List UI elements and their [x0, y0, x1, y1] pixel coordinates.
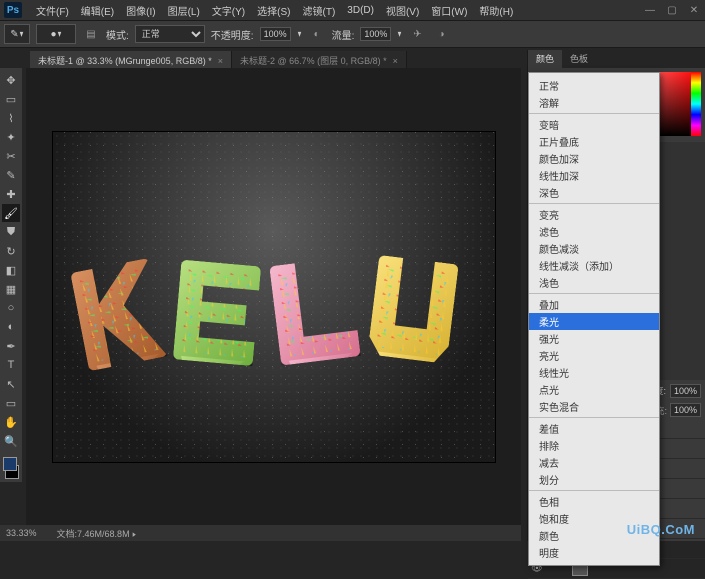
marquee-tool[interactable]: ▭ [2, 90, 20, 108]
zoom-level[interactable]: 33.33% [6, 528, 37, 538]
blend-mode-select[interactable]: 正常 [135, 25, 205, 43]
history-brush-tool[interactable]: ↻ [2, 242, 20, 260]
type-tool[interactable]: T [2, 356, 20, 374]
maximize-button[interactable]: ▢ [661, 0, 683, 20]
color-swatches[interactable] [2, 456, 20, 480]
canvas-artwork [78, 258, 454, 365]
document-info[interactable]: 文档:7.46M/68.8M ▸ [57, 527, 137, 540]
menubar: Ps 文件(F) 编辑(E) 图像(I) 图层(L) 文字(Y) 选择(S) 滤… [0, 0, 705, 20]
gradient-tool[interactable]: ▦ [2, 280, 20, 298]
color-panel-tabs: 颜色 色板 [528, 50, 705, 68]
magic-wand-tool[interactable]: ✦ [2, 128, 20, 146]
blend-mode-option[interactable]: 颜色减淡 [529, 240, 659, 257]
zoom-tool[interactable]: 🔍 [2, 432, 20, 450]
blend-mode-option[interactable]: 点光 [529, 381, 659, 398]
blend-mode-option[interactable]: 划分 [529, 471, 659, 488]
healing-tool[interactable]: ✚ [2, 185, 20, 203]
swatches-tab[interactable]: 色板 [562, 50, 596, 68]
letter-l [269, 256, 361, 365]
blend-mode-option[interactable]: 深色 [529, 184, 659, 201]
blend-mode-option[interactable]: 实色混合 [529, 398, 659, 415]
app-logo: Ps [4, 2, 22, 18]
blend-mode-option[interactable]: 线性减淡（添加） [529, 257, 659, 274]
blend-mode-option[interactable]: 强光 [529, 330, 659, 347]
blend-mode-option[interactable]: 线性光 [529, 364, 659, 381]
blend-mode-label: 模式: [106, 27, 129, 42]
color-tab[interactable]: 颜色 [528, 50, 562, 68]
minimize-button[interactable]: — [639, 0, 661, 20]
blend-mode-option[interactable]: 变暗 [529, 116, 659, 133]
blend-mode-option[interactable]: 变亮 [529, 206, 659, 223]
letter-e [172, 259, 260, 366]
blend-mode-option[interactable]: 差值 [529, 420, 659, 437]
blend-mode-option[interactable]: 减去 [529, 454, 659, 471]
pressure-size-icon[interactable]: ◑ [432, 25, 450, 43]
blend-mode-option[interactable]: 滤色 [529, 223, 659, 240]
close-icon[interactable]: × [218, 56, 223, 66]
close-icon[interactable]: × [393, 56, 398, 66]
blend-mode-option[interactable]: 溶解 [529, 94, 659, 111]
blend-mode-option[interactable]: 正片叠底 [529, 133, 659, 150]
flow-label: 流量: [332, 27, 355, 42]
pen-tool[interactable]: ✒ [2, 337, 20, 355]
opacity-value[interactable]: 100% [260, 27, 291, 41]
menu-select[interactable]: 选择(S) [251, 3, 296, 18]
move-tool[interactable]: ✥ [2, 71, 20, 89]
right-panels: 颜色 色板 正常溶解变暗正片叠底颜色加深线性加深深色变亮滤色颜色减淡线性减淡（添… [527, 50, 705, 541]
stamp-tool[interactable]: ⛊ [2, 223, 20, 241]
shape-tool[interactable]: ▭ [2, 394, 20, 412]
crop-tool[interactable]: ✂ [2, 147, 20, 165]
menu-window[interactable]: 窗口(W) [425, 3, 473, 18]
blur-tool[interactable]: ○ [2, 299, 20, 317]
foreground-color[interactable] [3, 457, 17, 471]
blend-mode-option[interactable]: 明度 [529, 544, 659, 561]
layer-opacity-value[interactable]: 100% [670, 384, 701, 398]
blend-mode-option[interactable]: 排除 [529, 437, 659, 454]
tool-preset-picker[interactable]: ✎▾ [4, 24, 30, 44]
hue-slider[interactable] [691, 72, 701, 136]
lasso-tool[interactable]: ⌇ [2, 109, 20, 127]
canvas-area[interactable] [26, 68, 521, 525]
blend-mode-option[interactable]: 颜色加深 [529, 150, 659, 167]
blend-mode-dropdown[interactable]: 正常溶解变暗正片叠底颜色加深线性加深深色变亮滤色颜色减淡线性减淡（添加）浅色叠加… [528, 72, 660, 566]
fill-value[interactable]: 100% [670, 403, 701, 417]
blend-mode-option[interactable]: 线性加深 [529, 167, 659, 184]
watermark-text: UiBQ.CoM [627, 522, 695, 537]
blend-mode-option[interactable]: 叠加 [529, 296, 659, 313]
menu-view[interactable]: 视图(V) [380, 3, 425, 18]
brush-tool[interactable]: 🖌 [2, 204, 20, 222]
menu-file[interactable]: 文件(F) [30, 3, 75, 18]
window-controls: — ▢ ✕ [639, 0, 705, 20]
menu-help[interactable]: 帮助(H) [473, 3, 519, 18]
letter-k [70, 257, 168, 370]
menu-image[interactable]: 图像(I) [120, 3, 161, 18]
pressure-opacity-icon[interactable]: ◐ [308, 25, 326, 43]
path-select-tool[interactable]: ↖ [2, 375, 20, 393]
status-bar: 33.33% 文档:7.46M/68.8M ▸ [0, 525, 521, 541]
letter-u [367, 254, 459, 363]
opacity-label: 不透明度: [211, 27, 254, 42]
hand-tool[interactable]: ✋ [2, 413, 20, 431]
menu-type[interactable]: 文字(Y) [206, 3, 251, 18]
brush-preset-picker[interactable]: ●▾ [36, 24, 76, 44]
flow-value[interactable]: 100% [360, 27, 391, 41]
eraser-tool[interactable]: ◧ [2, 261, 20, 279]
airbrush-icon[interactable]: ✈ [408, 25, 426, 43]
tools-panel: ✥ ▭ ⌇ ✦ ✂ ✎ ✚ 🖌 ⛊ ↻ ◧ ▦ ○ ◐ ✒ T ↖ ▭ ✋ 🔍 [0, 68, 22, 482]
menu-edit[interactable]: 编辑(E) [75, 3, 120, 18]
menu-3d[interactable]: 3D(D) [341, 5, 380, 16]
close-button[interactable]: ✕ [683, 0, 705, 20]
dodge-tool[interactable]: ◐ [2, 318, 20, 336]
blend-mode-option[interactable]: 浅色 [529, 274, 659, 291]
blend-mode-option[interactable]: 色相 [529, 493, 659, 510]
blend-mode-option[interactable]: 亮光 [529, 347, 659, 364]
brush-panel-icon[interactable]: ▤ [82, 25, 100, 43]
eyedropper-tool[interactable]: ✎ [2, 166, 20, 184]
blend-mode-option[interactable]: 正常 [529, 77, 659, 94]
options-bar: ✎▾ ●▾ ▤ 模式: 正常 不透明度: 100%▾ ◐ 流量: 100%▾ ✈… [0, 20, 705, 48]
blend-mode-option[interactable]: 柔光 [529, 313, 659, 330]
menu-layer[interactable]: 图层(L) [162, 3, 206, 18]
canvas-document[interactable] [53, 132, 495, 462]
menu-filter[interactable]: 滤镜(T) [297, 3, 342, 18]
